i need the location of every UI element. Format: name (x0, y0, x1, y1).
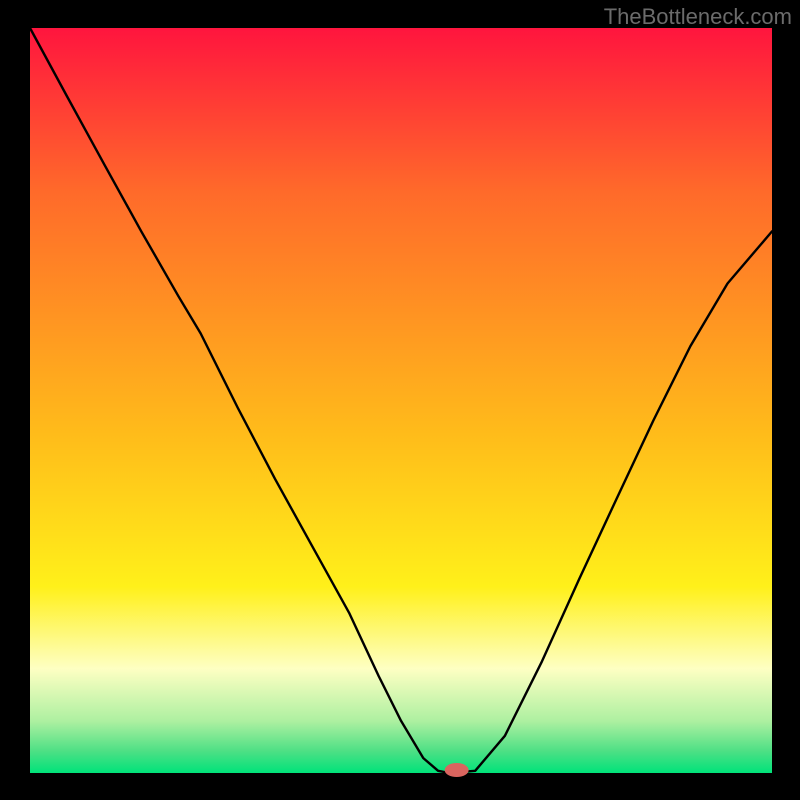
chart-stage: TheBottleneck.com (0, 0, 800, 800)
chart-svg (0, 0, 800, 800)
chart-plot-area (30, 28, 772, 773)
optimal-point-marker (445, 763, 469, 777)
